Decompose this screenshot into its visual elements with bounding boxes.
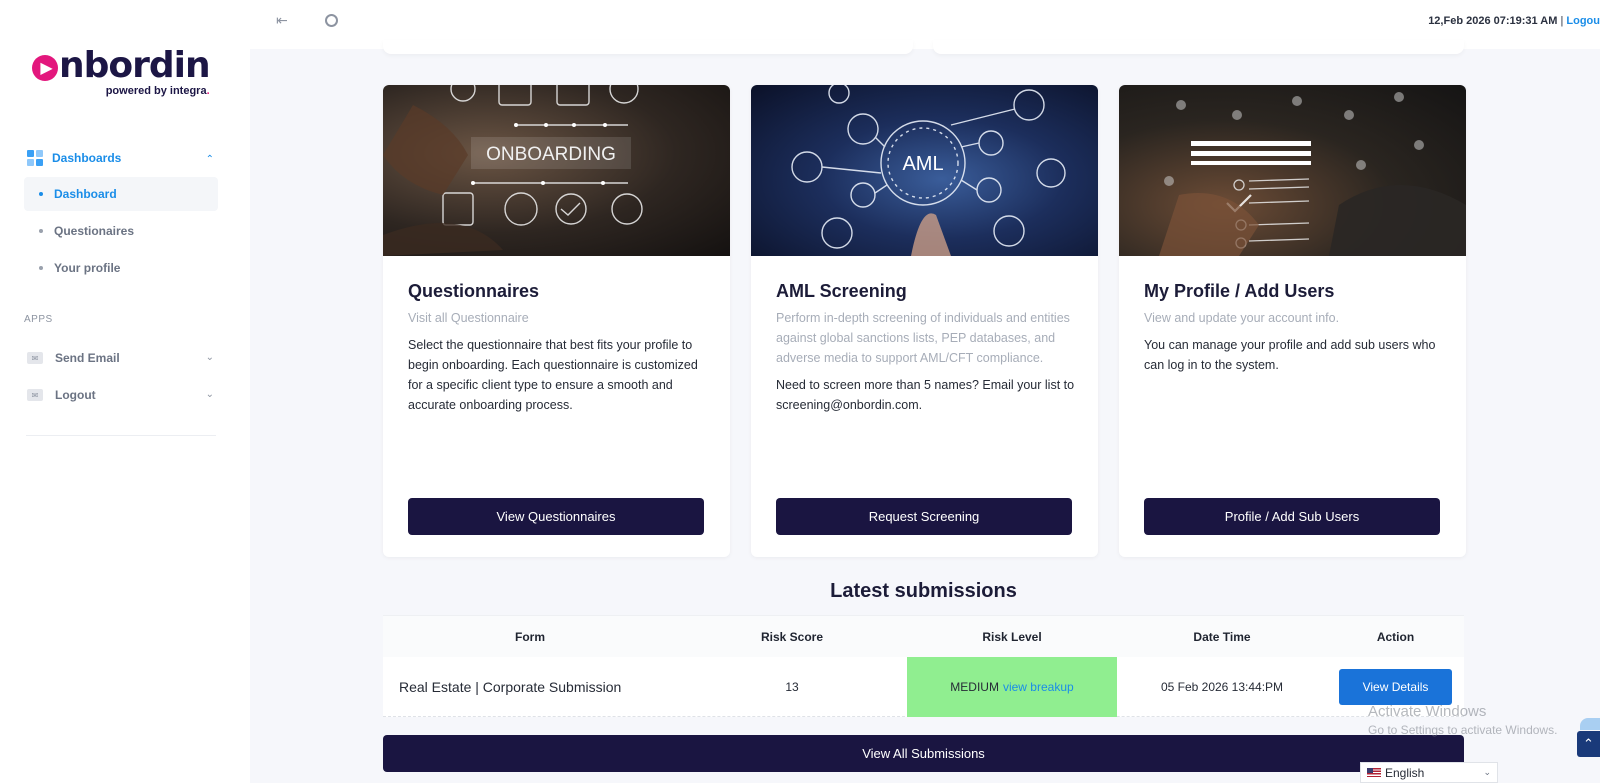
bullet-icon xyxy=(39,229,43,233)
questionnaires-card: ONBOARDING Questionnaires Visit all Ques… xyxy=(383,85,730,557)
form-cell: Real Estate | Corporate Submission xyxy=(399,678,622,695)
card-subtitle: Visit all Questionnaire xyxy=(408,311,529,325)
mail-icon: ✉ xyxy=(27,352,43,364)
sidebar-item-label: Dashboard xyxy=(54,187,117,201)
profile-card: My Profile / Add Users View and update y… xyxy=(1119,85,1466,557)
card-subtitle: Perform in-depth screening of individual… xyxy=(776,311,1070,365)
divider xyxy=(26,435,216,436)
logo-wordmark: nbordin xyxy=(59,45,211,86)
sidebar-group-label: Dashboards xyxy=(52,151,122,165)
view-all-submissions-button[interactable]: View All Submissions xyxy=(383,735,1464,772)
date-time-cell: 05 Feb 2026 13:44:PM xyxy=(1160,679,1284,694)
language-label: English xyxy=(1385,765,1425,780)
chevron-down-icon: ⌄ xyxy=(1483,767,1491,777)
risk-level-cell: MEDIUM view breakup xyxy=(907,656,1117,717)
watermark-title: Activate Windows xyxy=(1368,703,1487,720)
action-cell: View Details xyxy=(1327,668,1464,705)
language-selector[interactable]: English ⌄ xyxy=(1360,762,1498,783)
circle-icon[interactable] xyxy=(325,14,338,27)
table-header: Form Risk Score Risk Level Date Time Act… xyxy=(383,615,1464,657)
sidebar-item-label: Questionaires xyxy=(54,224,135,238)
apps-heading: APPS xyxy=(24,314,53,325)
logo-o-mark: ▶ xyxy=(32,55,58,81)
separator: | xyxy=(1560,15,1564,27)
column-header-form: Form xyxy=(515,629,545,644)
sidebar-item-label: Logout xyxy=(55,388,96,402)
sidebar-item-send-email[interactable]: ✉ Send Email ⌄ xyxy=(24,346,218,370)
header-datetime: 12,Feb 2026 07:19:31 AM | Logou xyxy=(1428,15,1600,27)
profile-image xyxy=(1119,85,1466,256)
card-edge xyxy=(383,40,913,54)
us-flag-icon xyxy=(1367,768,1381,777)
aml-screening-card: AML AML Screening Perform in-depth scree… xyxy=(751,85,1098,557)
sidebar-group-dashboards[interactable]: Dashboards ⌃ xyxy=(24,146,218,170)
request-screening-button[interactable]: Request Screening xyxy=(776,498,1072,535)
view-questionnaires-button[interactable]: View Questionnaires xyxy=(408,498,704,535)
onboarding-image: ONBOARDING xyxy=(383,85,730,256)
onbordin-logo[interactable]: ▶ nbordin powered by integra. xyxy=(32,45,211,97)
view-details-button[interactable]: View Details xyxy=(1339,668,1452,705)
bullet-icon xyxy=(39,192,43,196)
card-title: Questionnaires xyxy=(408,281,540,301)
scroll-to-top-button[interactable]: ⌃ xyxy=(1577,731,1600,757)
card-title: AML Screening xyxy=(776,281,907,301)
mail-icon: ✉ xyxy=(27,389,43,401)
aml-image-text: AML xyxy=(902,153,943,175)
card-description: Select the questionnaire that best fits … xyxy=(408,338,698,412)
risk-level-badge: MEDIUM view breakup xyxy=(907,656,1117,717)
sidebar-item-dashboard[interactable]: Dashboard xyxy=(24,177,218,211)
logo-tagline: powered by integra. xyxy=(105,85,210,97)
view-breakup-link[interactable]: view breakup xyxy=(1003,680,1074,694)
card-title: My Profile / Add Users xyxy=(1144,281,1335,301)
windows-activation-watermark: Activate Windows Go to Settings to activ… xyxy=(1368,703,1557,737)
sidebar-item-your-profile[interactable]: Your profile xyxy=(24,251,218,285)
column-header-risk-level: Risk Level xyxy=(982,629,1042,644)
chevron-down-icon: ⌄ xyxy=(205,389,214,400)
sidebar-item-label: Your profile xyxy=(54,261,121,275)
logout-link[interactable]: Logou xyxy=(1566,15,1600,27)
aml-image: AML xyxy=(751,85,1098,256)
grid-icon xyxy=(27,150,43,166)
latest-submissions-title: Latest submissions xyxy=(830,580,1017,602)
sidebar-item-questionaires[interactable]: Questionaires xyxy=(24,214,218,248)
card-edge xyxy=(933,40,1464,54)
edge-tab[interactable] xyxy=(1580,718,1600,730)
card-description: Need to screen more than 5 names? Email … xyxy=(776,378,1075,412)
onboarding-image-text: ONBOARDING xyxy=(486,144,616,165)
column-header-risk-score: Risk Score xyxy=(760,629,824,644)
card-description: You can manage your profile and add sub … xyxy=(1144,338,1436,372)
table-row: Real Estate | Corporate Submission 13 ME… xyxy=(383,656,1464,717)
sidebar: ▶ nbordin powered by integra. Dashboards… xyxy=(0,0,250,783)
collapse-sidebar-icon[interactable]: ⇤ xyxy=(276,12,288,29)
profile-add-sub-users-button[interactable]: Profile / Add Sub Users xyxy=(1144,498,1440,535)
chevron-up-icon: ⌃ xyxy=(1583,736,1594,751)
column-header-action: Action xyxy=(1376,629,1415,644)
risk-level-value: MEDIUM xyxy=(950,679,999,694)
column-header-date-time: Date Time xyxy=(1193,629,1251,644)
submissions-table: Form Risk Score Risk Level Date Time Act… xyxy=(383,615,1464,717)
chevron-down-icon: ⌄ xyxy=(205,352,214,363)
watermark-subtitle: Go to Settings to activate Windows. xyxy=(1368,723,1558,737)
sidebar-item-logout[interactable]: ✉ Logout ⌄ xyxy=(24,383,218,407)
sidebar-item-label: Send Email xyxy=(55,351,120,365)
bullet-icon xyxy=(39,266,43,270)
chevron-up-icon: ⌃ xyxy=(205,154,214,165)
risk-score-cell: 13 xyxy=(785,679,799,694)
current-datetime: 12,Feb 2026 07:19:31 AM xyxy=(1428,15,1558,27)
card-subtitle: View and update your account info. xyxy=(1144,311,1340,325)
